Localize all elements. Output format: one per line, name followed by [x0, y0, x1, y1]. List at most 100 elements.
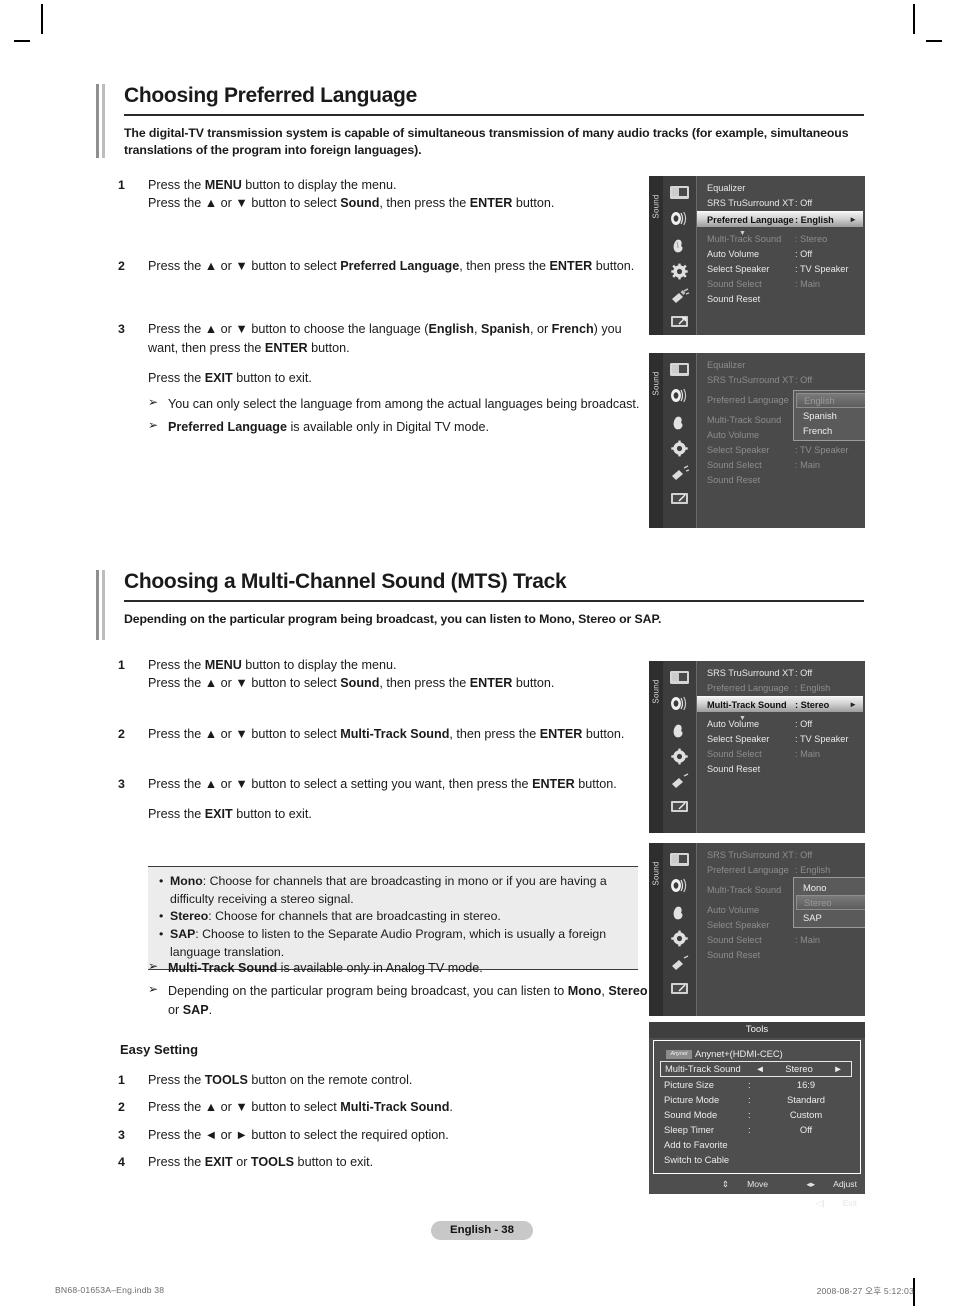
osd-row-sound-select[interactable]: Sound Select: Main [697, 933, 865, 948]
tools-row-anynet[interactable]: Anynet Anynet+(HDMI-CEC) [654, 1046, 860, 1061]
osd-row-select-speaker[interactable]: Select Speaker: TV Speaker [697, 732, 865, 747]
osd-row-value: : Off [795, 719, 813, 729]
text: Press the [148, 1155, 205, 1170]
osd-row-label: Equalizer [707, 360, 746, 370]
setup-icon[interactable] [669, 313, 690, 330]
dropdown-option-sap[interactable]: SAP [796, 910, 865, 925]
step-2: 2 Press the ▲ or ▼ button to select Mult… [110, 725, 640, 743]
osd-row-auto-volume[interactable]: Auto Volume: Off [697, 247, 865, 262]
gear-icon[interactable] [669, 748, 690, 765]
osd-row-srs-trusurround[interactable]: SRS TruSurround XT: Off [697, 666, 865, 681]
osd-row-label: Multi-Track Sound [707, 234, 782, 244]
plug-icon[interactable] [669, 465, 690, 482]
language-dropdown[interactable]: English Spanish French [793, 390, 865, 441]
tools-row-sound-mode[interactable]: Sound Mode: Custom [654, 1107, 860, 1122]
setup-icon[interactable] [669, 980, 690, 997]
osd-row-sound-select[interactable]: Sound Select: Main [697, 277, 865, 292]
colon: : [748, 1079, 751, 1090]
chevron-right-icon[interactable]: ► [827, 1062, 849, 1076]
hand-icon[interactable] [669, 237, 690, 254]
setup-icon[interactable] [669, 490, 690, 507]
step-line-2: Press the ▲ or ▼ button to select Sound,… [148, 674, 640, 692]
osd-row-sound-reset[interactable]: Sound Reset [697, 762, 865, 777]
tools-row-sleep-timer[interactable]: Sleep Timer: Off [654, 1122, 860, 1137]
osd-row-select-speaker[interactable]: Select Speaker: TV Speaker [697, 443, 865, 458]
arrow-bullet-icon: ➢ [148, 417, 159, 432]
osd-row-equalizer[interactable]: Equalizer [697, 181, 865, 196]
multi-track-sound-dropdown[interactable]: Mono Stereo SAP [793, 877, 865, 928]
osd-row-value: : English [795, 683, 831, 693]
text: Press the [148, 178, 205, 192]
hand-icon[interactable] [669, 414, 690, 431]
osd-row-sound-select[interactable]: Sound Select: Main [697, 747, 865, 762]
step-3: 3 Press the ▲ or ▼ button to choose the … [110, 320, 640, 436]
tools-row-switch-to-cable[interactable]: Switch to Cable [654, 1152, 860, 1167]
easy-step-3: 3 Press the ◄ or ► button to select the … [110, 1126, 640, 1144]
gear-icon[interactable] [669, 930, 690, 947]
gear-icon[interactable] [669, 263, 690, 280]
term-stereo: Stereo [170, 909, 209, 924]
tools-row-multi-track-sound[interactable]: Multi-Track Sound ◄ Stereo ► [660, 1061, 852, 1077]
key-tools: TOOLS [250, 1155, 295, 1170]
picture-icon[interactable] [669, 184, 690, 201]
osd-row-auto-volume[interactable]: Auto Volume: Off [697, 717, 865, 732]
step-number: 1 [118, 1072, 125, 1087]
picture-icon[interactable] [669, 851, 690, 868]
osd-menu-list: SRS TruSurround XT: Off Preferred Langua… [696, 843, 865, 1016]
tools-row-label: Add to Favorite [664, 1139, 728, 1150]
speaker-icon[interactable] [669, 387, 690, 404]
tools-row-picture-size[interactable]: Picture Size: 16:9 [654, 1077, 860, 1092]
osd-row-srs-trusurround[interactable]: SRS TruSurround XT: Off [697, 373, 865, 388]
key-sound: Sound [340, 676, 380, 691]
key-preferred-language: Preferred Language [168, 419, 287, 434]
dropdown-option-stereo[interactable]: Stereo [796, 895, 865, 910]
dropdown-option-french[interactable]: French [796, 423, 865, 438]
setup-icon[interactable] [669, 798, 690, 815]
tools-row-picture-mode[interactable]: Picture Mode: Standard [654, 1092, 860, 1107]
osd-row-multi-track-sound[interactable]: Multi-Track Sound: Stereo [697, 232, 865, 247]
osd-row-preferred-language[interactable]: Preferred Language: English ► [697, 211, 863, 227]
key-enter: ENTER [469, 196, 513, 211]
dropdown-option-spanish[interactable]: Spanish [796, 408, 865, 423]
osd-row-equalizer[interactable]: Equalizer [697, 358, 865, 373]
print-source-file: BN68-01653A–Eng.indb 38 [55, 1285, 165, 1295]
osd-row-sound-reset[interactable]: Sound Reset [697, 292, 865, 307]
plug-icon[interactable] [669, 773, 690, 790]
tools-row-value: Custom [789, 1109, 823, 1120]
step-text: Press the ▲ or ▼ button to select Multi-… [148, 1098, 640, 1116]
osd-row-srs-trusurround[interactable]: SRS TruSurround XT: Off [697, 848, 865, 863]
exit-instruction: Press the EXIT button to exit. [148, 369, 640, 387]
osd-row-sound-select[interactable]: Sound Select: Main [697, 458, 865, 473]
osd-row-value: : TV Speaker [795, 734, 849, 744]
step-number: 3 [118, 777, 125, 792]
hand-icon[interactable] [669, 904, 690, 921]
dropdown-option-mono[interactable]: Mono [796, 880, 865, 895]
speaker-icon[interactable] [669, 877, 690, 894]
osd-row-sound-reset[interactable]: Sound Reset [697, 948, 865, 963]
text: Press the [148, 1072, 205, 1087]
gear-icon[interactable] [669, 440, 690, 457]
osd-row-sound-reset[interactable]: Sound Reset [697, 473, 865, 488]
hand-icon[interactable] [669, 722, 690, 739]
section-lead: The digital-TV transmission system is ca… [124, 126, 849, 157]
plug-icon[interactable] [669, 955, 690, 972]
tools-row-label: Sound Mode [664, 1109, 718, 1120]
speaker-icon[interactable] [669, 210, 690, 227]
picture-icon[interactable] [669, 669, 690, 686]
osd-row-multi-track-sound[interactable]: Multi-Track Sound: Stereo ► [697, 696, 863, 712]
osd-row-preferred-language[interactable]: Preferred Language: English [697, 681, 865, 696]
text: button to exit. [232, 806, 312, 821]
osd-row-select-speaker[interactable]: Select Speaker: TV Speaker [697, 262, 865, 277]
chevron-left-icon[interactable]: ◄ [749, 1062, 771, 1076]
osd-row-preferred-language[interactable]: Preferred Language: English [697, 863, 865, 878]
speaker-icon[interactable] [669, 695, 690, 712]
dropdown-option-english[interactable]: English [796, 393, 865, 408]
osd-row-srs-trusurround[interactable]: SRS TruSurround XT: Off [697, 196, 865, 211]
note-1: ➢ You can only select the language from … [148, 395, 640, 413]
text: , or [529, 322, 552, 337]
note-1: ➢ Multi-Track Sound is available only in… [148, 959, 648, 977]
plug-icon[interactable] [669, 288, 690, 305]
picture-icon[interactable] [669, 361, 690, 378]
tools-row-add-to-favorite[interactable]: Add to Favorite [654, 1137, 860, 1152]
osd-row-value: : Stereo [795, 700, 830, 710]
